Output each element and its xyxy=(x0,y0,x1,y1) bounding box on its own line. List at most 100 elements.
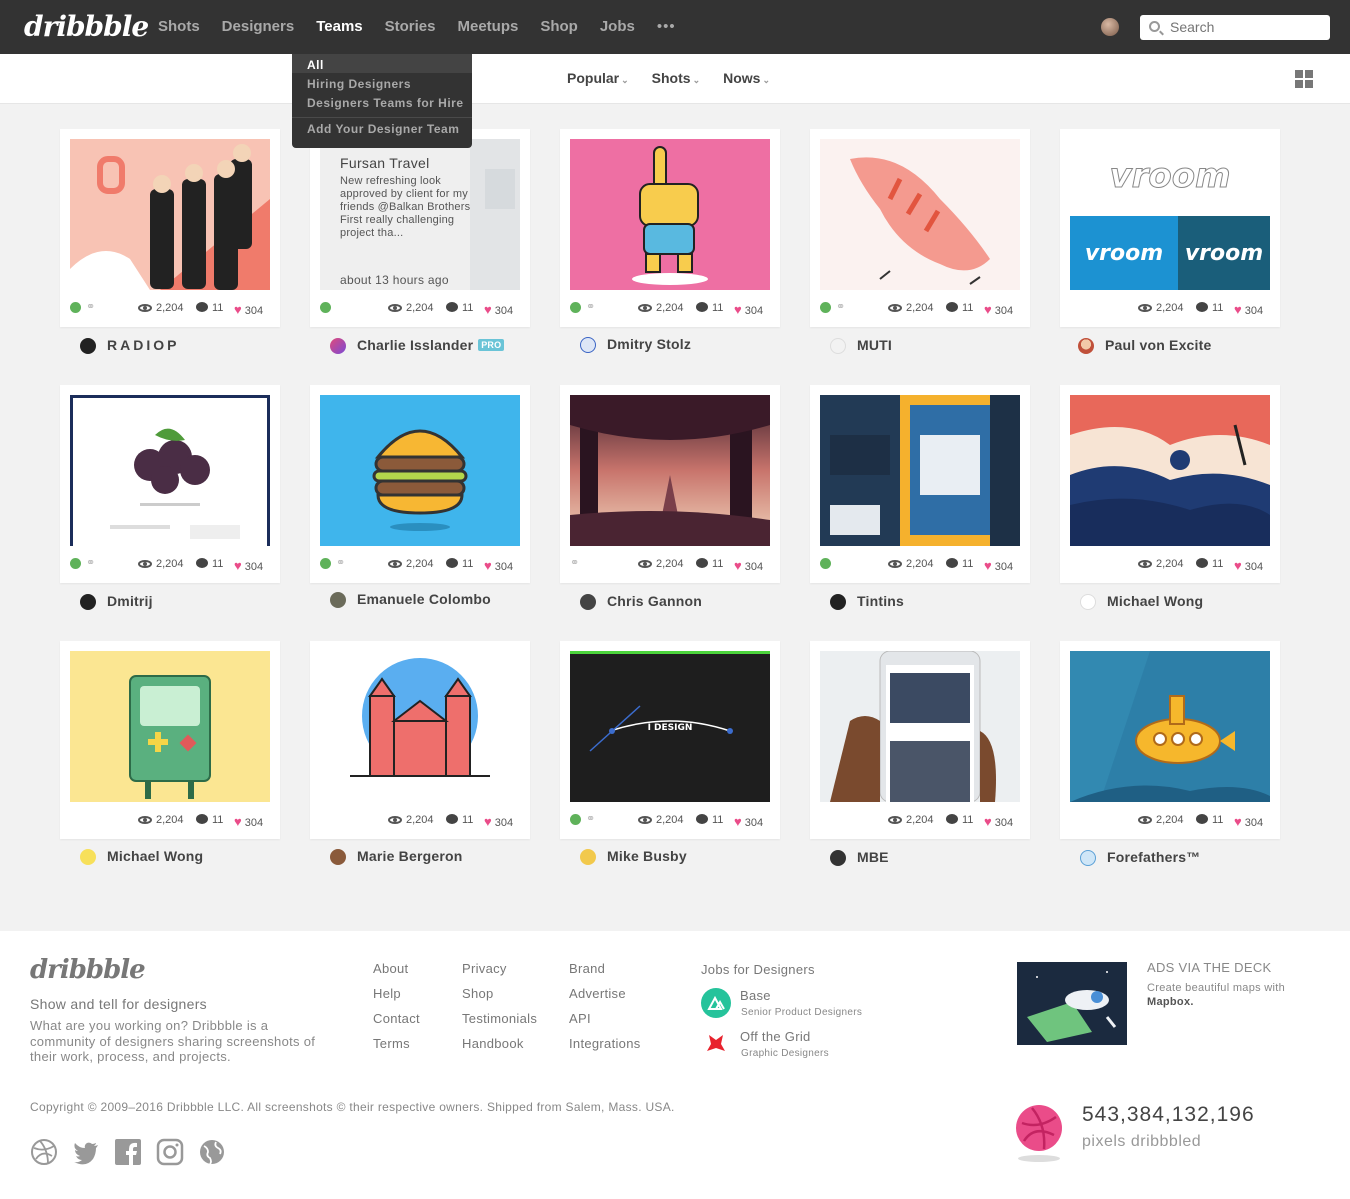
likes-count[interactable]: ♥ 304 xyxy=(234,814,263,829)
shot-card[interactable]: ⚭ 2,204 11 ♥ 304 xyxy=(810,129,1030,327)
comments-count[interactable]: 11 xyxy=(1196,814,1223,826)
menu-item-add-team[interactable]: Add Your Designer Team xyxy=(307,122,459,136)
shot-image[interactable] xyxy=(570,139,770,290)
footer-link-handbook[interactable]: Handbook xyxy=(462,1036,537,1051)
comments-count[interactable]: 11 xyxy=(196,302,223,314)
shot-card[interactable]: ⚭ 2,204 11 ♥ 304 xyxy=(60,385,280,583)
shot-card[interactable]: ⚭ 2,204 11 ♥ 304 xyxy=(60,129,280,327)
nav-designers[interactable]: Designers xyxy=(222,18,295,35)
rebound-icon[interactable] xyxy=(320,558,331,569)
rebound-icon[interactable] xyxy=(820,302,831,313)
shot-image[interactable] xyxy=(820,139,1020,290)
footer-link-shop[interactable]: Shop xyxy=(462,986,537,1001)
link-icon[interactable]: ⚭ xyxy=(86,558,97,569)
shot-card[interactable]: ⚭ 2,204 11 ♥ 304 xyxy=(560,385,780,583)
filter-popular[interactable]: Popular ⌄ xyxy=(567,70,629,86)
footer-link-about[interactable]: About xyxy=(373,961,420,976)
shot-card[interactable]: 2,204 11 ♥ 304 xyxy=(1060,385,1280,583)
shot-image[interactable] xyxy=(1070,651,1270,802)
likes-count[interactable]: ♥ 304 xyxy=(484,814,513,829)
shot-card[interactable]: 2,204 11 ♥ 304 xyxy=(810,641,1030,839)
ad-text[interactable]: Create beautiful maps with Mapbox. xyxy=(1147,981,1297,1009)
shot-image[interactable] xyxy=(820,395,1020,546)
shot-image[interactable] xyxy=(1070,395,1270,546)
ad-title[interactable]: ADS VIA THE DECK xyxy=(1147,960,1272,975)
comments-count[interactable]: 11 xyxy=(446,302,473,314)
filter-shots[interactable]: Shots ⌄ xyxy=(652,70,700,86)
instagram-icon[interactable] xyxy=(156,1138,184,1166)
likes-count[interactable]: ♥ 304 xyxy=(234,558,263,573)
filter-nows[interactable]: Nows ⌄ xyxy=(723,70,770,86)
rebound-icon[interactable] xyxy=(70,558,81,569)
footer-link-integrations[interactable]: Integrations xyxy=(569,1036,641,1051)
comments-count[interactable]: 11 xyxy=(1196,558,1223,570)
shot-image[interactable] xyxy=(820,651,1020,802)
shot-image[interactable] xyxy=(320,651,520,802)
menu-item-hiring-designers[interactable]: Hiring Designers xyxy=(307,77,411,91)
twitter-icon[interactable] xyxy=(72,1138,100,1166)
link-icon[interactable]: ⚭ xyxy=(586,302,597,313)
menu-item-all[interactable]: All xyxy=(307,58,324,72)
footer-link-help[interactable]: Help xyxy=(373,986,420,1001)
shot-card[interactable]: 2,204 11 ♥ 304 xyxy=(1060,641,1280,839)
link-icon[interactable]: ⚭ xyxy=(336,558,347,569)
footer-link-privacy[interactable]: Privacy xyxy=(462,961,537,976)
shot-card[interactable]: 2,204 11 ♥ 304 xyxy=(60,641,280,839)
nav-meetups[interactable]: Meetups xyxy=(458,18,519,35)
likes-count[interactable]: ♥ 304 xyxy=(484,558,513,573)
shot-image[interactable] xyxy=(70,139,270,290)
shot-card[interactable]: ⚭ 2,204 11 ♥ 304 xyxy=(560,129,780,327)
comments-count[interactable]: 11 xyxy=(196,814,223,826)
shot-image[interactable]: vroom vroom vroom xyxy=(1070,139,1270,290)
footer-link-testimonials[interactable]: Testimonials xyxy=(462,1011,537,1026)
nav-shop[interactable]: Shop xyxy=(540,18,578,35)
rebound-icon[interactable] xyxy=(70,302,81,313)
ad-image[interactable] xyxy=(1017,962,1127,1045)
footer-logo[interactable]: dribbble xyxy=(30,955,146,985)
footer-link-brand[interactable]: Brand xyxy=(569,961,641,976)
link-icon[interactable]: ⚭ xyxy=(570,558,581,569)
jobs-title[interactable]: Jobs for Designers xyxy=(701,962,815,977)
shot-image[interactable] xyxy=(570,395,770,546)
link-icon[interactable]: ⚭ xyxy=(836,302,847,313)
rebound-icon[interactable] xyxy=(820,558,831,569)
shot-image[interactable] xyxy=(70,395,270,546)
footer-link-contact[interactable]: Contact xyxy=(373,1011,420,1026)
likes-count[interactable]: ♥ 304 xyxy=(1234,558,1263,573)
shot-card[interactable]: Fursan Travel New refreshing look approv… xyxy=(310,129,530,327)
comments-count[interactable]: 11 xyxy=(446,558,473,570)
likes-count[interactable]: ♥ 304 xyxy=(734,302,763,317)
shot-image[interactable]: Fursan Travel New refreshing look approv… xyxy=(320,139,520,290)
comments-count[interactable]: 11 xyxy=(696,302,723,314)
dribbble-icon[interactable] xyxy=(30,1138,58,1166)
rebound-icon[interactable] xyxy=(570,302,581,313)
nav-shots[interactable]: Shots xyxy=(158,18,200,35)
shot-card[interactable]: vroom vroom vroom 2,204 11 ♥ 304 xyxy=(1060,129,1280,327)
shot-image[interactable] xyxy=(320,395,520,546)
rebound-icon[interactable] xyxy=(570,814,581,825)
link-icon[interactable]: ⚭ xyxy=(586,814,597,825)
comments-count[interactable]: 11 xyxy=(696,814,723,826)
likes-count[interactable]: ♥ 304 xyxy=(984,814,1013,829)
link-icon[interactable]: ⚭ xyxy=(86,302,97,313)
comments-count[interactable]: 11 xyxy=(946,558,973,570)
footer-link-terms[interactable]: Terms xyxy=(373,1036,420,1051)
likes-count[interactable]: ♥ 304 xyxy=(1234,302,1263,317)
nav-stories[interactable]: Stories xyxy=(385,18,436,35)
shot-card[interactable]: 2,204 11 ♥ 304 xyxy=(310,641,530,839)
comments-count[interactable]: 11 xyxy=(696,558,723,570)
comments-count[interactable]: 11 xyxy=(446,814,473,826)
globe-icon[interactable] xyxy=(198,1138,226,1166)
shot-card[interactable]: ⚭ 2,204 11 ♥ 304 xyxy=(310,385,530,583)
footer-link-advertise[interactable]: Advertise xyxy=(569,986,641,1001)
footer-link-api[interactable]: API xyxy=(569,1011,641,1026)
rebound-icon[interactable] xyxy=(320,302,331,313)
comments-count[interactable]: 11 xyxy=(946,814,973,826)
facebook-icon[interactable] xyxy=(114,1138,142,1166)
likes-count[interactable]: ♥ 304 xyxy=(1234,814,1263,829)
likes-count[interactable]: ♥ 304 xyxy=(734,558,763,573)
grid-view-icon[interactable] xyxy=(1295,70,1313,88)
more-menu-icon[interactable]: ••• xyxy=(657,18,676,35)
nav-teams[interactable]: Teams xyxy=(316,18,362,35)
shot-image[interactable] xyxy=(70,651,270,802)
